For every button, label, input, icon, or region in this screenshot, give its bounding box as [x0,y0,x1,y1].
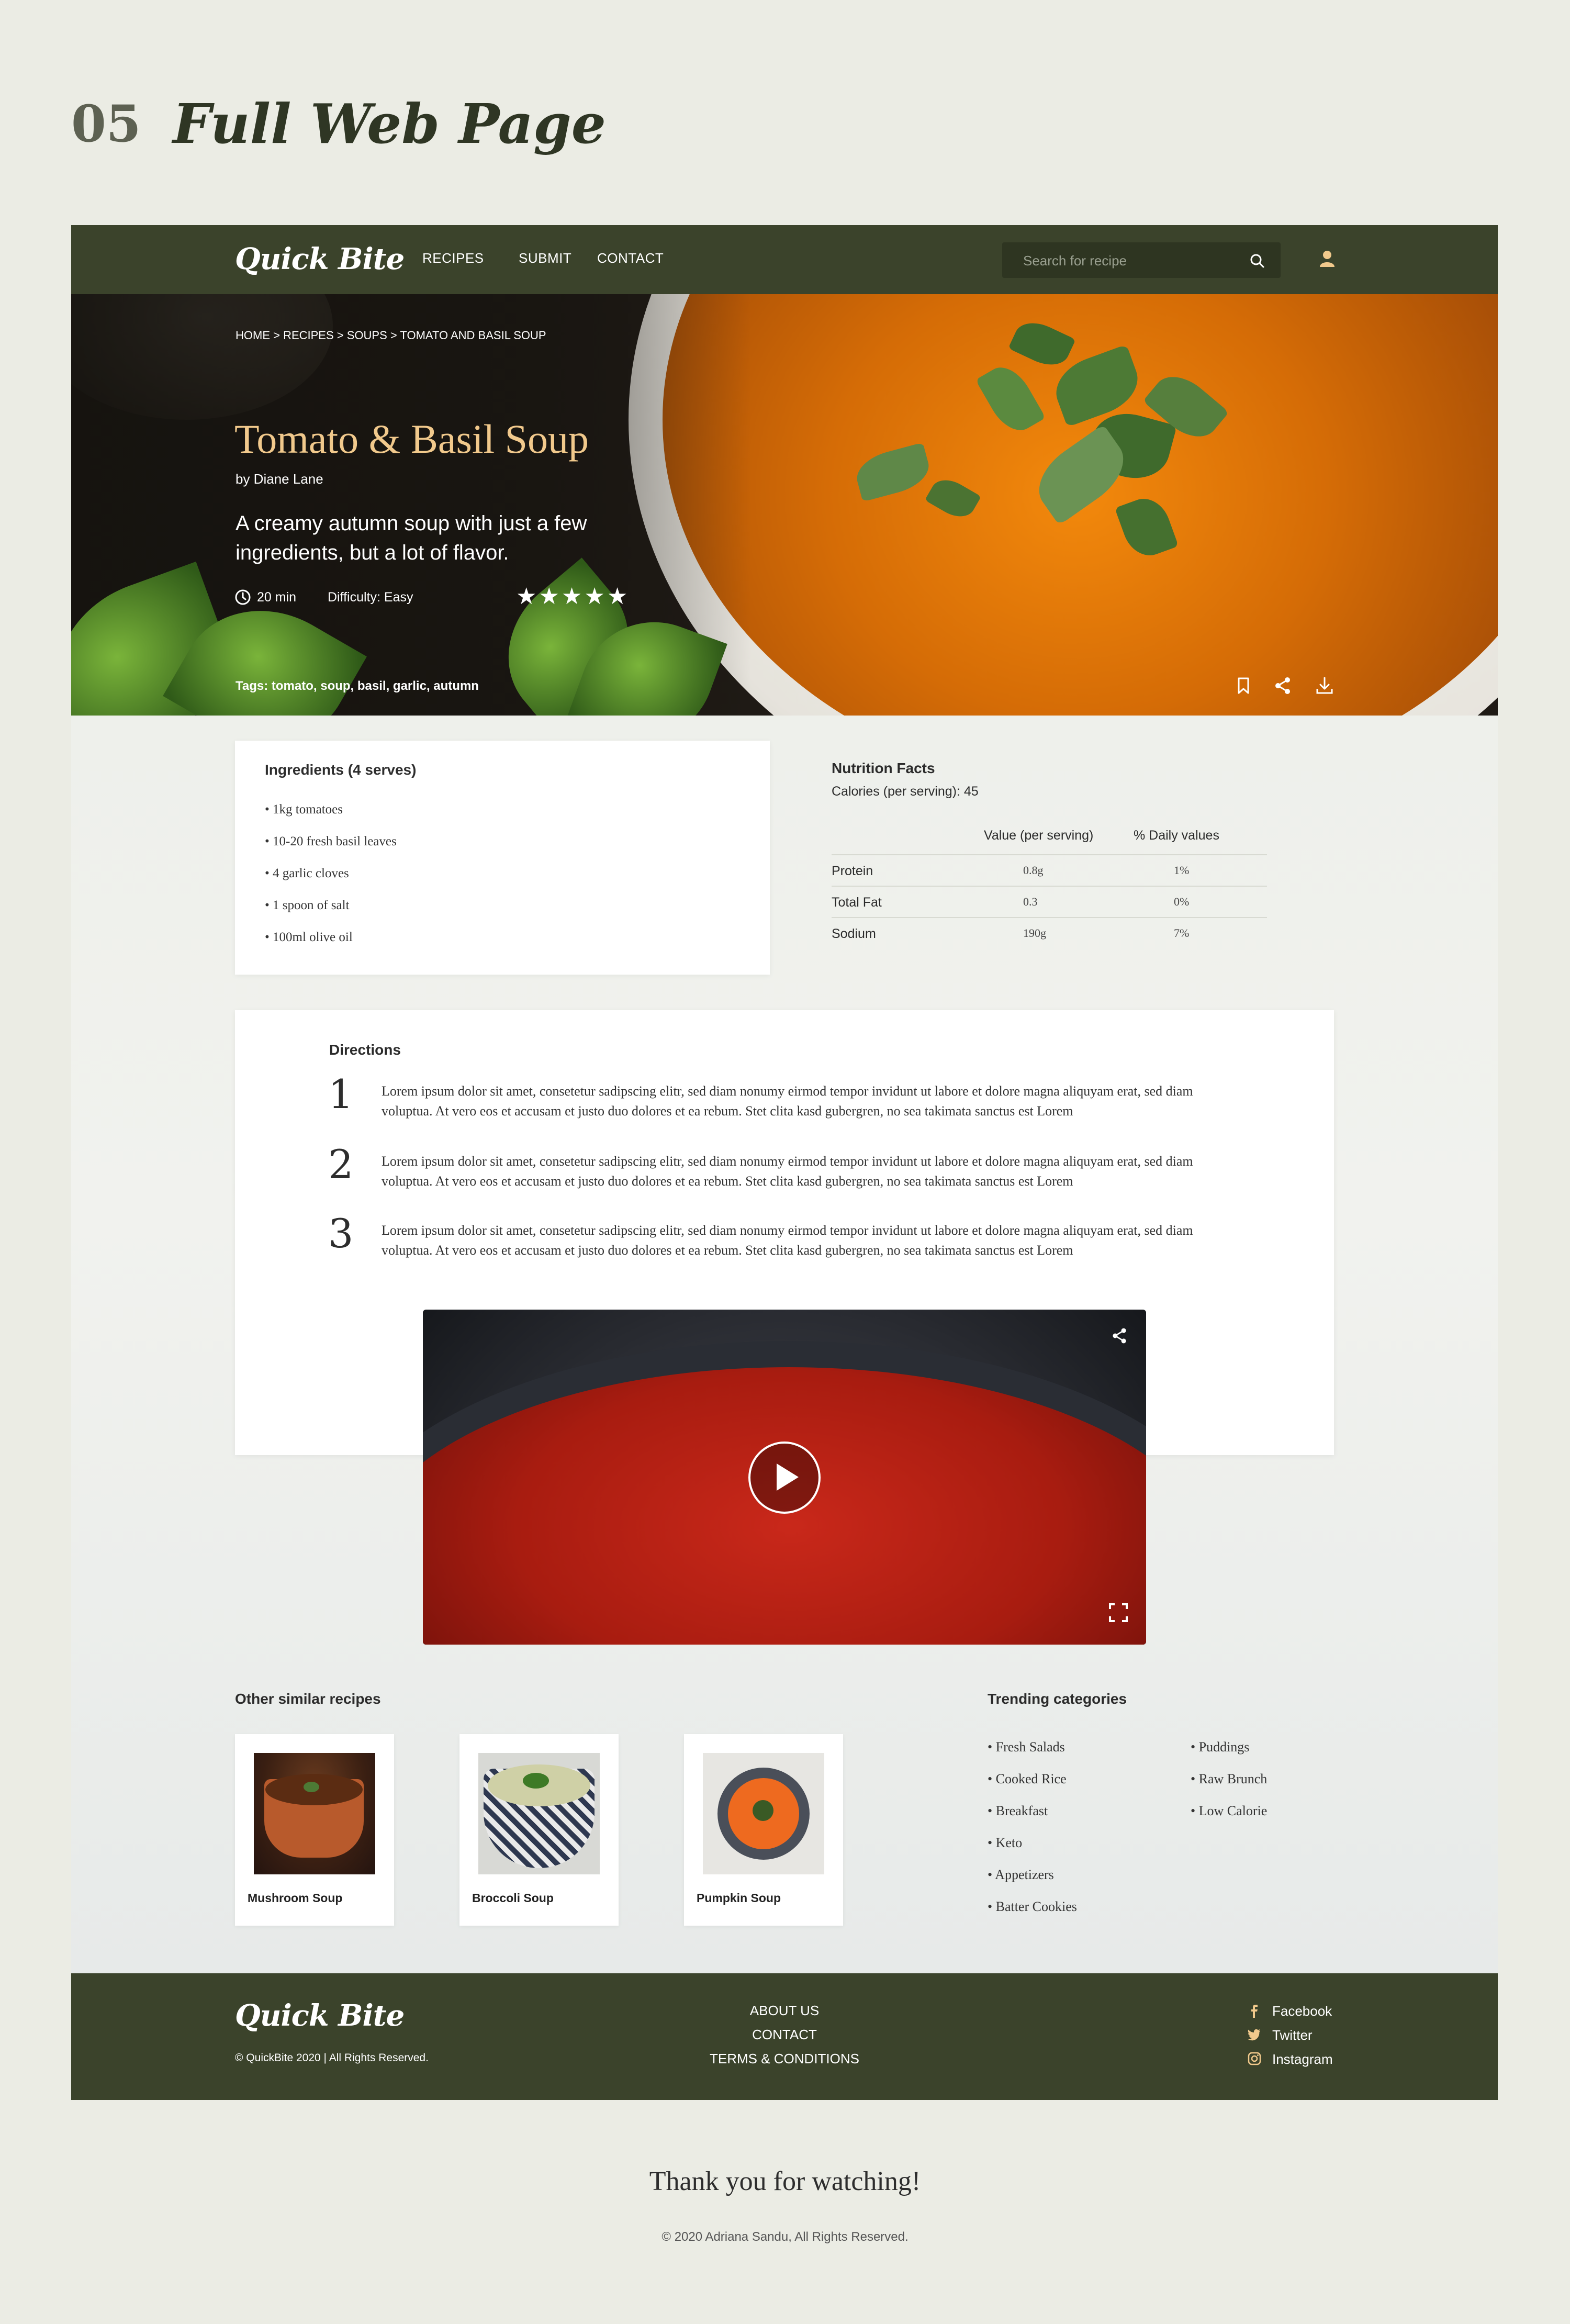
ingredient-item: • 4 garlic cloves [265,866,349,880]
download-icon[interactable] [1314,675,1335,696]
step-number: 1 [328,1071,354,1118]
search-icon[interactable] [1249,253,1265,269]
nav-link-contact[interactable]: CONTACT [597,250,664,266]
category-link[interactable]: • Cooked Rice [988,1771,1067,1787]
logo[interactable]: Quick Bite [235,242,405,276]
nutrient-name: Sodium [832,926,876,941]
web-page-mockup: Quick Bite RECIPES SUBMIT CONTACT Search… [71,225,1498,2100]
trending-title: Trending categories [988,1691,1127,1707]
star-icon[interactable]: ★ [584,584,607,609]
recipe-tags[interactable]: Tags: tomato, soup, basil, garlic, autum… [236,679,479,694]
section-title: Full Web Page [173,92,606,156]
breadcrumb[interactable]: HOME > RECIPES > SOUPS > TOMATO AND BASI… [236,329,546,342]
footer-link-about[interactable]: ABOUT US [680,2003,889,2019]
nutrient-value: 190g [1023,926,1046,940]
social-twitter[interactable]: Twitter [1272,2027,1313,2043]
footer-link-contact[interactable]: CONTACT [680,2027,889,2043]
footer-link-terms[interactable]: TERMS & CONDITIONS [680,2051,889,2067]
category-link[interactable]: • Batter Cookies [988,1899,1077,1915]
category-link[interactable]: • Raw Brunch [1191,1771,1267,1787]
recipe-title: Tomato & Basil Soup [234,416,589,462]
nutrient-value: 0.8g [1023,864,1044,877]
user-icon[interactable] [1318,249,1337,269]
star-icon[interactable]: ★ [539,584,561,609]
difficulty: Difficulty: Easy [328,590,413,605]
nutrition-title: Nutrition Facts [832,760,935,776]
nav-link-submit[interactable]: SUBMIT [519,250,571,266]
category-link[interactable]: • Low Calorie [1191,1803,1267,1819]
facebook-icon[interactable] [1248,2004,1260,2018]
ingredient-item: • 100ml olive oil [265,930,353,944]
cook-time: 20 min [257,590,297,605]
ingredients-title: Ingredients (4 serves) [265,762,417,778]
twitter-icon[interactable] [1247,2028,1261,2041]
clock-icon [235,589,251,605]
recipe-card[interactable]: Mushroom Soup [235,1734,394,1926]
step-number: 3 [328,1210,354,1257]
step-text: Lorem ipsum dolor sit amet, consetetur s… [382,1154,1193,1189]
step-text: Lorem ipsum dolor sit amet, consetetur s… [382,1223,1193,1258]
nutrient-name: Protein [832,864,873,878]
footer: Quick Bite © QuickBite 2020 | All Rights… [71,1973,1498,2100]
share-icon[interactable] [1272,675,1293,696]
nutrient-daily: 7% [1174,926,1190,940]
recipe-thumbnail [478,1753,600,1874]
nutrient-name: Total Fat [832,895,882,910]
recipe-tagline: A creamy autumn soup with just a few ing… [236,512,587,564]
nutrition-row: Sodium 190g 7% [832,917,1267,949]
recipe-thumbnail [254,1753,375,1874]
category-link[interactable]: • Breakfast [988,1803,1048,1819]
recipe-thumbnail [703,1753,824,1874]
closing-credit: © 2020 Adriana Sandu, All Rights Reserve… [661,2230,909,2244]
category-link[interactable]: • Puddings [1191,1739,1249,1755]
ingredient-item: • 1kg tomatoes [265,802,343,817]
play-button[interactable] [748,1442,821,1514]
recipe-card-label: Broccoli Soup [472,1891,554,1905]
nutrition-row: Protein 0.8g 1% [832,854,1267,887]
step-number: 2 [328,1141,354,1188]
fullscreen-icon[interactable] [1108,1603,1128,1623]
nutrition-calories: Calories (per serving): 45 [832,784,979,799]
section-number: 05 [71,94,141,153]
similar-recipes-title: Other similar recipes [235,1691,381,1707]
category-link[interactable]: • Appetizers [988,1867,1054,1883]
nav-link-recipes[interactable]: RECIPES [422,250,484,266]
search-box [1002,242,1281,279]
step-text: Lorem ipsum dolor sit amet, consetetur s… [382,1083,1193,1119]
recipe-card-label: Pumpkin Soup [697,1891,781,1905]
recipe-author: by Diane Lane [236,471,323,487]
nutrient-value: 0.3 [1023,895,1038,908]
footer-logo[interactable]: Quick Bite [235,1998,405,2033]
nutrient-daily: 0% [1174,895,1190,908]
closing-thanks: Thank you for watching! [649,2166,921,2196]
hero-banner: HOME > RECIPES > SOUPS > TOMATO AND BASI… [71,294,1498,716]
nutrition-header-value: Value (per serving) [984,828,1094,843]
social-instagram[interactable]: Instagram [1272,2051,1333,2068]
ingredient-item: • 1 spoon of salt [265,898,350,912]
instagram-icon[interactable] [1248,2052,1261,2065]
category-link[interactable]: • Fresh Salads [988,1739,1065,1755]
star-icon[interactable]: ★ [562,584,584,609]
star-icon[interactable]: ★ [607,584,630,609]
ingredient-item: • 10-20 fresh basil leaves [265,834,397,848]
social-facebook[interactable]: Facebook [1272,2003,1332,2019]
recipe-card[interactable]: Pumpkin Soup [684,1734,843,1926]
directions-title: Directions [329,1042,401,1058]
star-icon[interactable]: ★ [516,584,539,609]
share-icon[interactable] [1110,1326,1129,1345]
rating-stars[interactable]: ★★★★★ [516,583,630,610]
category-link[interactable]: • Keto [988,1835,1022,1851]
recipe-video[interactable] [423,1310,1146,1645]
top-navbar: Quick Bite RECIPES SUBMIT CONTACT [71,225,1498,294]
bookmark-icon[interactable] [1233,675,1254,696]
ingredients-card: Ingredients (4 serves) • 1kg tomatoes • … [235,741,770,975]
recipe-card[interactable]: Broccoli Soup [459,1734,619,1926]
footer-copyright: © QuickBite 2020 | All Rights Reserved. [235,2052,429,2064]
nutrition-header-daily: % Daily values [1134,828,1219,843]
recipe-card-label: Mushroom Soup [248,1891,343,1905]
nutrient-daily: 1% [1174,864,1190,877]
search-input[interactable] [1022,242,1244,279]
nutrition-row: Total Fat 0.3 0% [832,886,1267,918]
